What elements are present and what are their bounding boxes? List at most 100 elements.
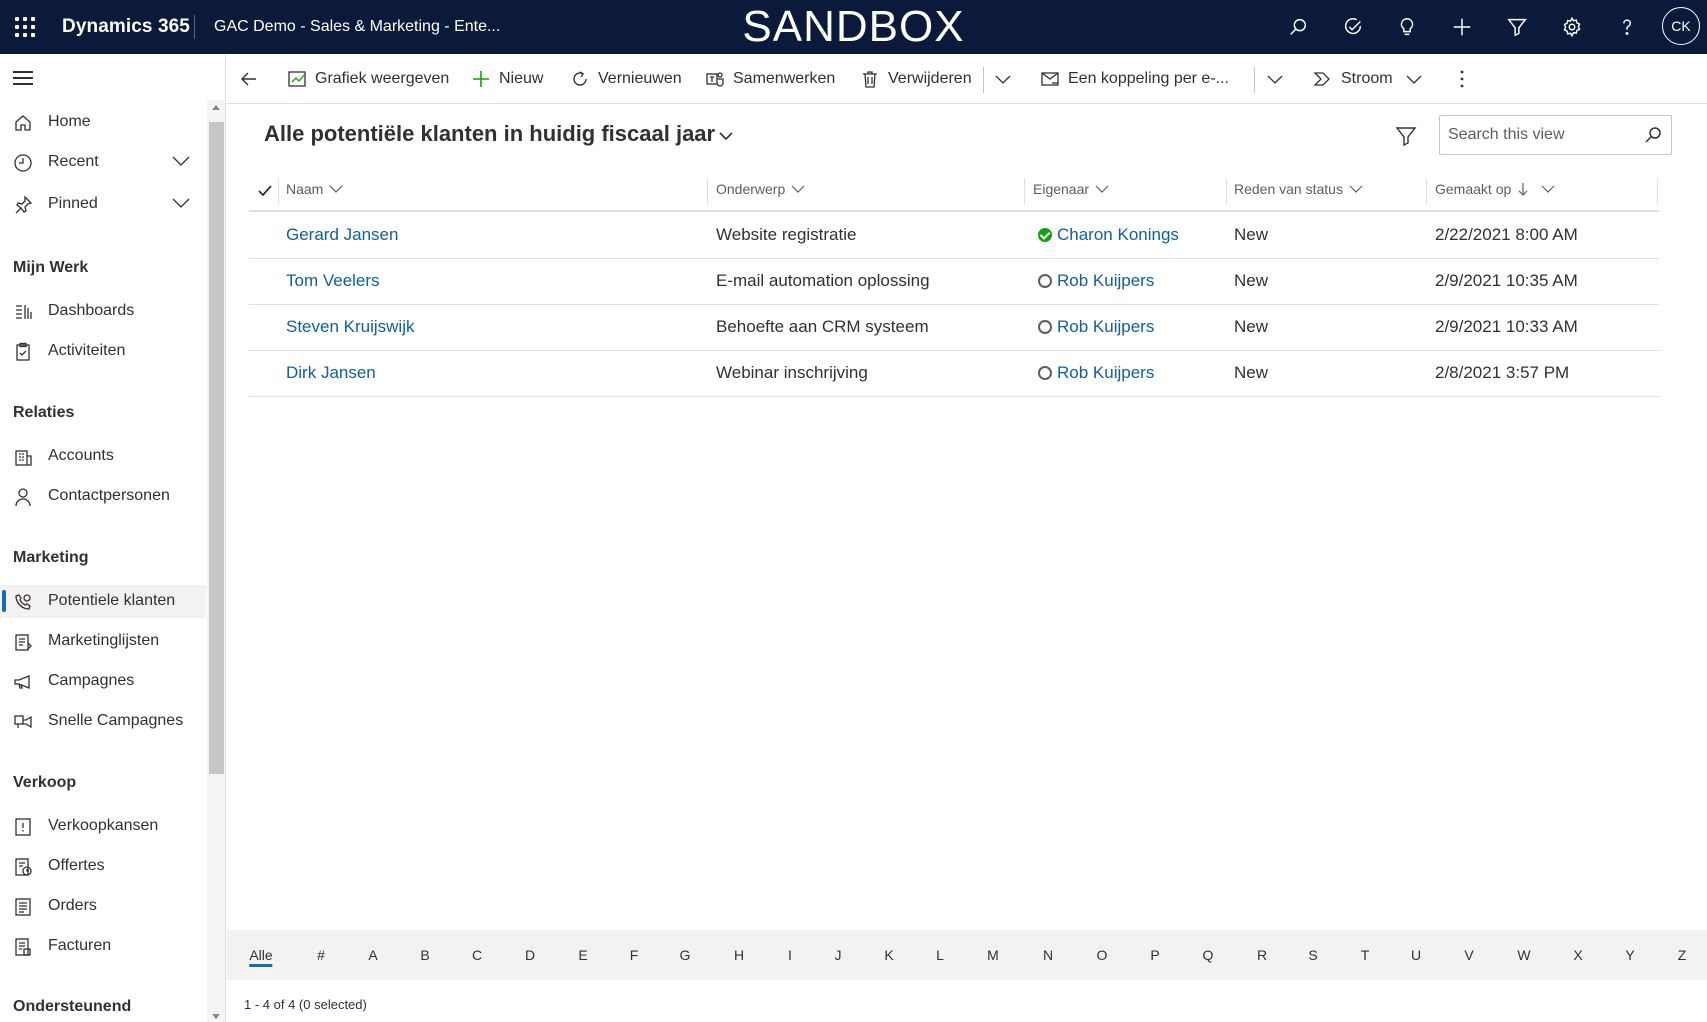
sidebar-item-marketinglijsten[interactable]: Marketinglijsten [0,625,206,658]
cell-naam-link[interactable]: Gerard Jansen [286,225,398,245]
plus-icon[interactable] [1447,12,1477,42]
table-row[interactable]: Gerard Jansen Website registratie Charon… [249,213,1659,259]
view-selector-chevron-down-icon[interactable] [716,126,736,146]
back-button[interactable] [239,64,267,94]
cell-naam-link[interactable]: Dirk Jansen [286,363,376,383]
search-input[interactable] [1440,116,1640,154]
show-chart-button[interactable]: Grafiek weergeven [287,64,449,94]
sidebar-item-dashboards[interactable]: Dashboards [0,295,206,328]
sidebar-item-potentiele-klanten[interactable]: Potentiele klanten [0,585,206,618]
alpha-filter-c[interactable]: C [472,947,482,963]
lightbulb-icon[interactable] [1392,12,1422,42]
owner-link[interactable]: Rob Kuijpers [1057,317,1154,337]
email-link-icon [1041,72,1059,86]
alpha-filter-r[interactable]: R [1257,947,1267,963]
flow-button[interactable]: Stroom [1313,64,1393,94]
column-header-reden-van-status[interactable]: Reden van status [1234,181,1363,197]
select-all-checkmark-icon[interactable] [257,183,273,199]
alpha-filter-e[interactable]: E [578,947,587,963]
alpha-filter-o[interactable]: O [1097,947,1108,963]
sidebar-item-facturen[interactable]: Facturen [0,930,206,963]
sidebar-item-accounts[interactable]: Accounts [0,440,206,473]
more-commands-icon[interactable] [1452,69,1472,89]
search-icon[interactable] [1283,12,1313,42]
filter-icon[interactable] [1394,124,1418,148]
delete-button[interactable]: Verwijderen [860,64,972,94]
settings-gear-icon[interactable] [1557,12,1587,42]
scroll-up-arrow-icon[interactable] [212,105,220,110]
sidebar-item-verkoopkansen[interactable]: Verkoopkansen [0,810,206,843]
chevron-down-icon[interactable] [172,154,190,168]
sidebar-item-orders[interactable]: Orders [0,890,206,923]
flow-chevron-down-icon[interactable] [1404,69,1424,89]
alpha-filter-y[interactable]: Y [1625,947,1634,963]
sidebar-item-offertes[interactable]: Offertes [0,850,206,883]
new-button[interactable]: Nieuw [471,64,543,94]
cell-onderwerp: Website registratie [716,225,857,244]
search-icon[interactable] [1643,125,1663,145]
phone-lead-icon [13,592,33,612]
alpha-filter-s[interactable]: S [1308,947,1317,963]
sidebar-item-recent[interactable]: Recent [0,146,206,179]
user-avatar[interactable]: CK [1662,7,1700,45]
sidebar-group-title: Mijn Werk [13,259,89,276]
alpha-filter-w[interactable]: W [1517,947,1530,963]
alpha-filter-v[interactable]: V [1464,947,1473,963]
sidebar-item-snelle-campagnes[interactable]: Snelle Campagnes [0,705,206,738]
cell-eigenaar: Rob Kuijpers [1038,363,1154,383]
view-selector-title[interactable]: Alle potentiële klanten in huidig fiscaa… [264,121,715,147]
alpha-filter-k[interactable]: K [884,947,893,963]
sidebar-item-contactpersonen[interactable]: Contactpersonen [0,480,206,513]
column-header-eigenaar[interactable]: Eigenaar [1033,181,1109,197]
help-icon[interactable] [1612,12,1642,42]
column-header-gemaakt-op[interactable]: Gemaakt op [1435,181,1555,197]
alpha-filter-all[interactable]: Alle [249,947,274,967]
table-row[interactable]: Tom Veelers E-mail automation oplossing … [249,259,1659,305]
hamburger-menu-icon[interactable] [13,71,33,85]
more-email-chevron-down-icon[interactable] [1265,69,1285,89]
chevron-down-icon[interactable] [172,196,190,210]
alpha-filter-hash[interactable]: # [317,947,325,963]
alpha-filter-l[interactable]: L [936,947,944,963]
alpha-filter-u[interactable]: U [1411,947,1421,963]
sidebar-item-pinned[interactable]: Pinned [0,188,206,221]
sidebar-item-label: Home [48,113,91,130]
alpha-filter-m[interactable]: M [987,947,999,963]
collaborate-button[interactable]: Samenwerken [705,64,835,94]
scroll-down-arrow-icon[interactable] [212,1014,220,1019]
column-header-label: Onderwerp [716,181,786,197]
table-row[interactable]: Dirk Jansen Webinar inschrijving Rob Kui… [249,351,1659,397]
column-header-onderwerp[interactable]: Onderwerp [716,181,805,197]
owner-link[interactable]: Rob Kuijpers [1057,363,1154,383]
alpha-filter-b[interactable]: B [420,947,429,963]
presence-available-icon [1038,228,1052,242]
sidebar-item-home[interactable]: Home [0,106,206,139]
owner-link[interactable]: Rob Kuijpers [1057,271,1154,291]
sidebar-scrollbar-thumb[interactable] [209,122,224,774]
alpha-filter-f[interactable]: F [630,947,639,963]
alpha-filter-d[interactable]: D [525,947,535,963]
column-header-naam[interactable]: Naam [286,181,343,197]
alpha-filter-t[interactable]: T [1361,947,1370,963]
email-link-button[interactable]: Een koppeling per e-... [1040,64,1229,94]
task-check-icon[interactable] [1338,12,1368,42]
alpha-filter-p[interactable]: P [1150,947,1159,963]
cell-naam-link[interactable]: Tom Veelers [286,271,380,291]
alpha-filter-z[interactable]: Z [1678,947,1687,963]
alpha-filter-i[interactable]: I [788,947,792,963]
alpha-filter-a[interactable]: A [368,947,377,963]
alpha-filter-g[interactable]: G [680,947,691,963]
alpha-filter-j[interactable]: J [835,947,842,963]
table-row[interactable]: Steven Kruijswijk Behoefte aan CRM syste… [249,305,1659,351]
alpha-filter-x[interactable]: X [1573,947,1582,963]
sidebar-item-campagnes[interactable]: Campagnes [0,665,206,698]
alpha-filter-n[interactable]: N [1043,947,1053,963]
refresh-button[interactable]: Vernieuwen [570,64,682,94]
alpha-filter-h[interactable]: H [734,947,744,963]
alpha-filter-q[interactable]: Q [1203,947,1214,963]
more-delete-chevron-down-icon[interactable] [993,69,1013,89]
sidebar-item-activiteiten[interactable]: Activiteiten [0,335,206,368]
filter-icon[interactable] [1502,12,1532,42]
cell-naam-link[interactable]: Steven Kruijswijk [286,317,415,337]
owner-link[interactable]: Charon Konings [1057,225,1179,245]
